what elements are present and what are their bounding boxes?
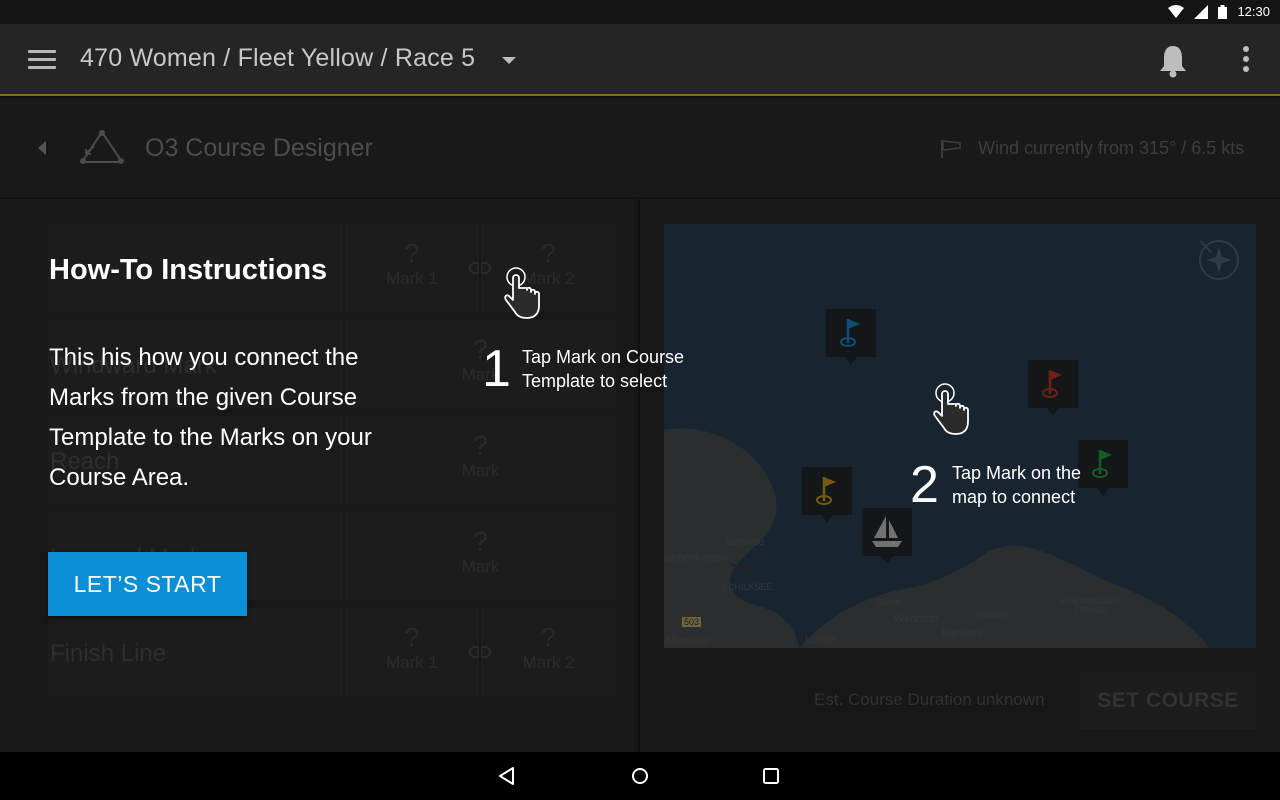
dropdown-caret-icon[interactable] <box>502 57 516 64</box>
app-screen: 12:30 470 Women / Fleet Yellow / Race 5 … <box>0 0 1280 800</box>
race-title[interactable]: 470 Women / Fleet Yellow / Race 5 <box>80 44 475 73</box>
instructions-title: How-To Instructions <box>49 254 328 286</box>
step-1-line-1: Tap Mark on Course <box>522 347 685 367</box>
menu-icon[interactable] <box>28 50 56 70</box>
status-bar: 12:30 <box>0 0 1280 24</box>
step-1-number: 1 <box>482 340 511 398</box>
step-1-line-2: Template to select <box>522 371 668 391</box>
tap-hand-icon <box>504 267 540 319</box>
status-time: 12:30 <box>1237 4 1270 19</box>
more-vert-icon[interactable] <box>1240 46 1252 74</box>
bell-icon[interactable] <box>1158 44 1188 78</box>
instructions-body: This his how you connect the Marks from … <box>49 344 372 491</box>
step-2-number: 2 <box>910 456 939 514</box>
nav-back-icon[interactable] <box>497 766 517 786</box>
nav-recents-icon[interactable] <box>761 766 781 786</box>
system-nav-bar <box>0 752 1280 800</box>
step-2-line-1: Tap Mark on the <box>952 463 1082 483</box>
tap-hand-icon <box>933 383 969 435</box>
app-bar: 470 Women / Fleet Yellow / Race 5 <box>0 24 1280 96</box>
wifi-icon <box>1168 4 1185 18</box>
signal-icon <box>1194 4 1209 19</box>
step-2-line-2: map to connect <box>952 487 1076 507</box>
lets-start-button[interactable]: LET’S START <box>48 552 247 616</box>
battery-icon <box>1218 4 1228 19</box>
nav-home-icon[interactable] <box>630 766 650 786</box>
